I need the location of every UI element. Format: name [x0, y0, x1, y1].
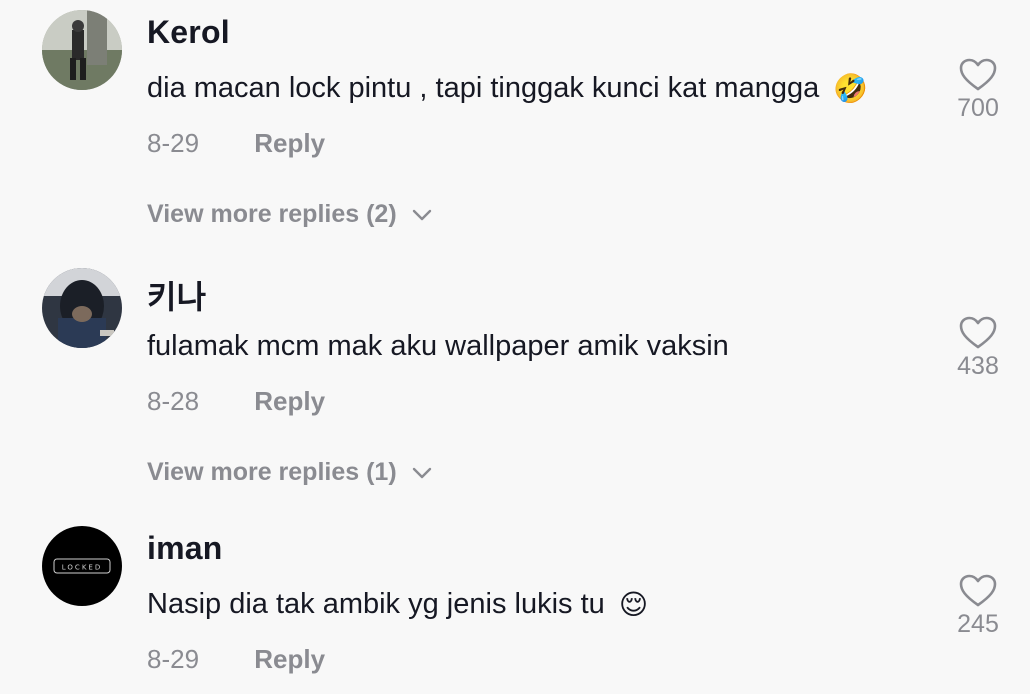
reply-button[interactable]: Reply	[254, 128, 325, 159]
avatar-locked-text: LOCKED	[62, 564, 102, 572]
username[interactable]: 키나	[147, 272, 206, 318]
comment-text: dia macan lock pintu , tapi tinggak kunc…	[147, 72, 868, 105]
comment-date: 8-29	[147, 644, 200, 674]
comment-meta: 8-28 Reply	[147, 386, 325, 417]
comment-body: Nasip dia tak ambik yg jenis lukis tu	[147, 588, 605, 620]
comment-date: 8-28	[147, 386, 200, 416]
chevron-down-icon	[412, 467, 431, 478]
comment-body: dia macan lock pintu , tapi tinggak kunc…	[147, 72, 820, 104]
view-more-replies-button[interactable]: View more replies (2)	[147, 200, 433, 229]
comment-meta: 8-29 Reply	[147, 644, 325, 675]
avatar-photo: LOCKED	[42, 526, 122, 606]
avatar-photo	[42, 10, 122, 90]
username[interactable]: iman	[147, 530, 223, 567]
comment-meta: 8-29 Reply	[147, 128, 325, 159]
heart-outline-icon[interactable]	[959, 574, 997, 608]
comment-date: 8-29	[147, 128, 200, 158]
rofl-emoji: 🤣	[833, 73, 869, 104]
reply-button[interactable]: Reply	[254, 644, 325, 675]
comment-text: Nasip dia tak ambik yg jenis lukis tu 😌	[147, 588, 648, 621]
view-more-label: View more replies (2)	[147, 200, 397, 228]
heart-outline-icon[interactable]	[959, 58, 997, 92]
heart-outline-icon[interactable]	[959, 316, 997, 350]
like-count: 438	[957, 352, 999, 380]
comment-text: fulamak mcm mak aku wallpaper amik vaksi…	[147, 330, 729, 363]
like-count: 700	[957, 94, 999, 122]
reply-button[interactable]: Reply	[254, 386, 325, 417]
relieved-emoji: 😌	[618, 589, 649, 620]
avatar-photo	[42, 268, 122, 348]
like-count: 245	[957, 610, 999, 638]
avatar[interactable]	[42, 268, 122, 348]
like-control: 245	[950, 574, 1006, 639]
like-control: 438	[950, 316, 1006, 381]
comment-body: fulamak mcm mak aku wallpaper amik vaksi…	[147, 330, 729, 362]
username[interactable]: Kerol	[147, 14, 230, 51]
avatar[interactable]	[42, 10, 122, 90]
chevron-down-icon	[412, 209, 431, 220]
view-more-replies-button[interactable]: View more replies (1)	[147, 458, 433, 487]
view-more-label: View more replies (1)	[147, 458, 397, 486]
like-control: 700	[950, 58, 1006, 123]
avatar[interactable]: LOCKED	[42, 526, 122, 606]
